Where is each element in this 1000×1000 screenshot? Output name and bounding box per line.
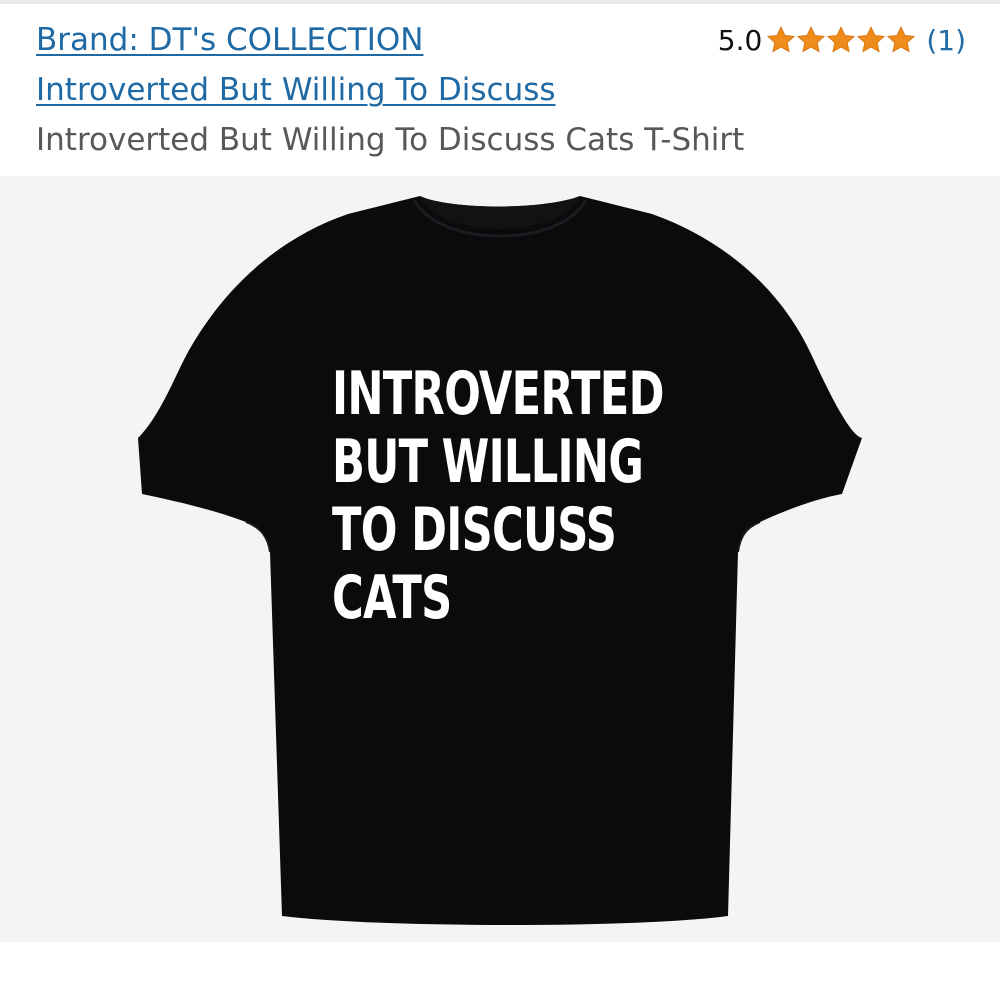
rating-count-link[interactable]: (1) [926,24,966,57]
star-icon [767,26,796,53]
print-line: CATS [332,563,452,633]
product-image[interactable]: INTROVERTED BUT WILLING TO DISCUSS CATS [0,176,1000,942]
product-header: Brand: DT's COLLECTION Introverted But W… [0,4,1000,176]
print-line: TO DISCUSS [332,495,617,565]
bottom-spacer [0,942,1000,1000]
star-icon [887,26,916,53]
star-rating[interactable] [766,25,916,55]
rating-value: 5.0 [717,23,763,57]
star-icon [857,26,886,53]
star-icon [827,26,856,53]
print-line: INTROVERTED [332,359,664,429]
t-shirt-print-text: INTROVERTED BUT WILLING TO DISCUSS CATS [332,359,664,633]
rating-summary[interactable]: 5.0 (1) [718,20,966,60]
product-page: Brand: DT's COLLECTION Introverted But W… [0,0,1000,1000]
print-line: BUT WILLING [332,427,644,497]
collection-link[interactable]: Introverted But Willing To Discuss [36,72,556,108]
brand-link[interactable]: Brand: DT's COLLECTION [36,22,423,58]
star-icon [797,26,826,53]
product-title: Introverted But Willing To Discuss Cats … [36,122,745,158]
